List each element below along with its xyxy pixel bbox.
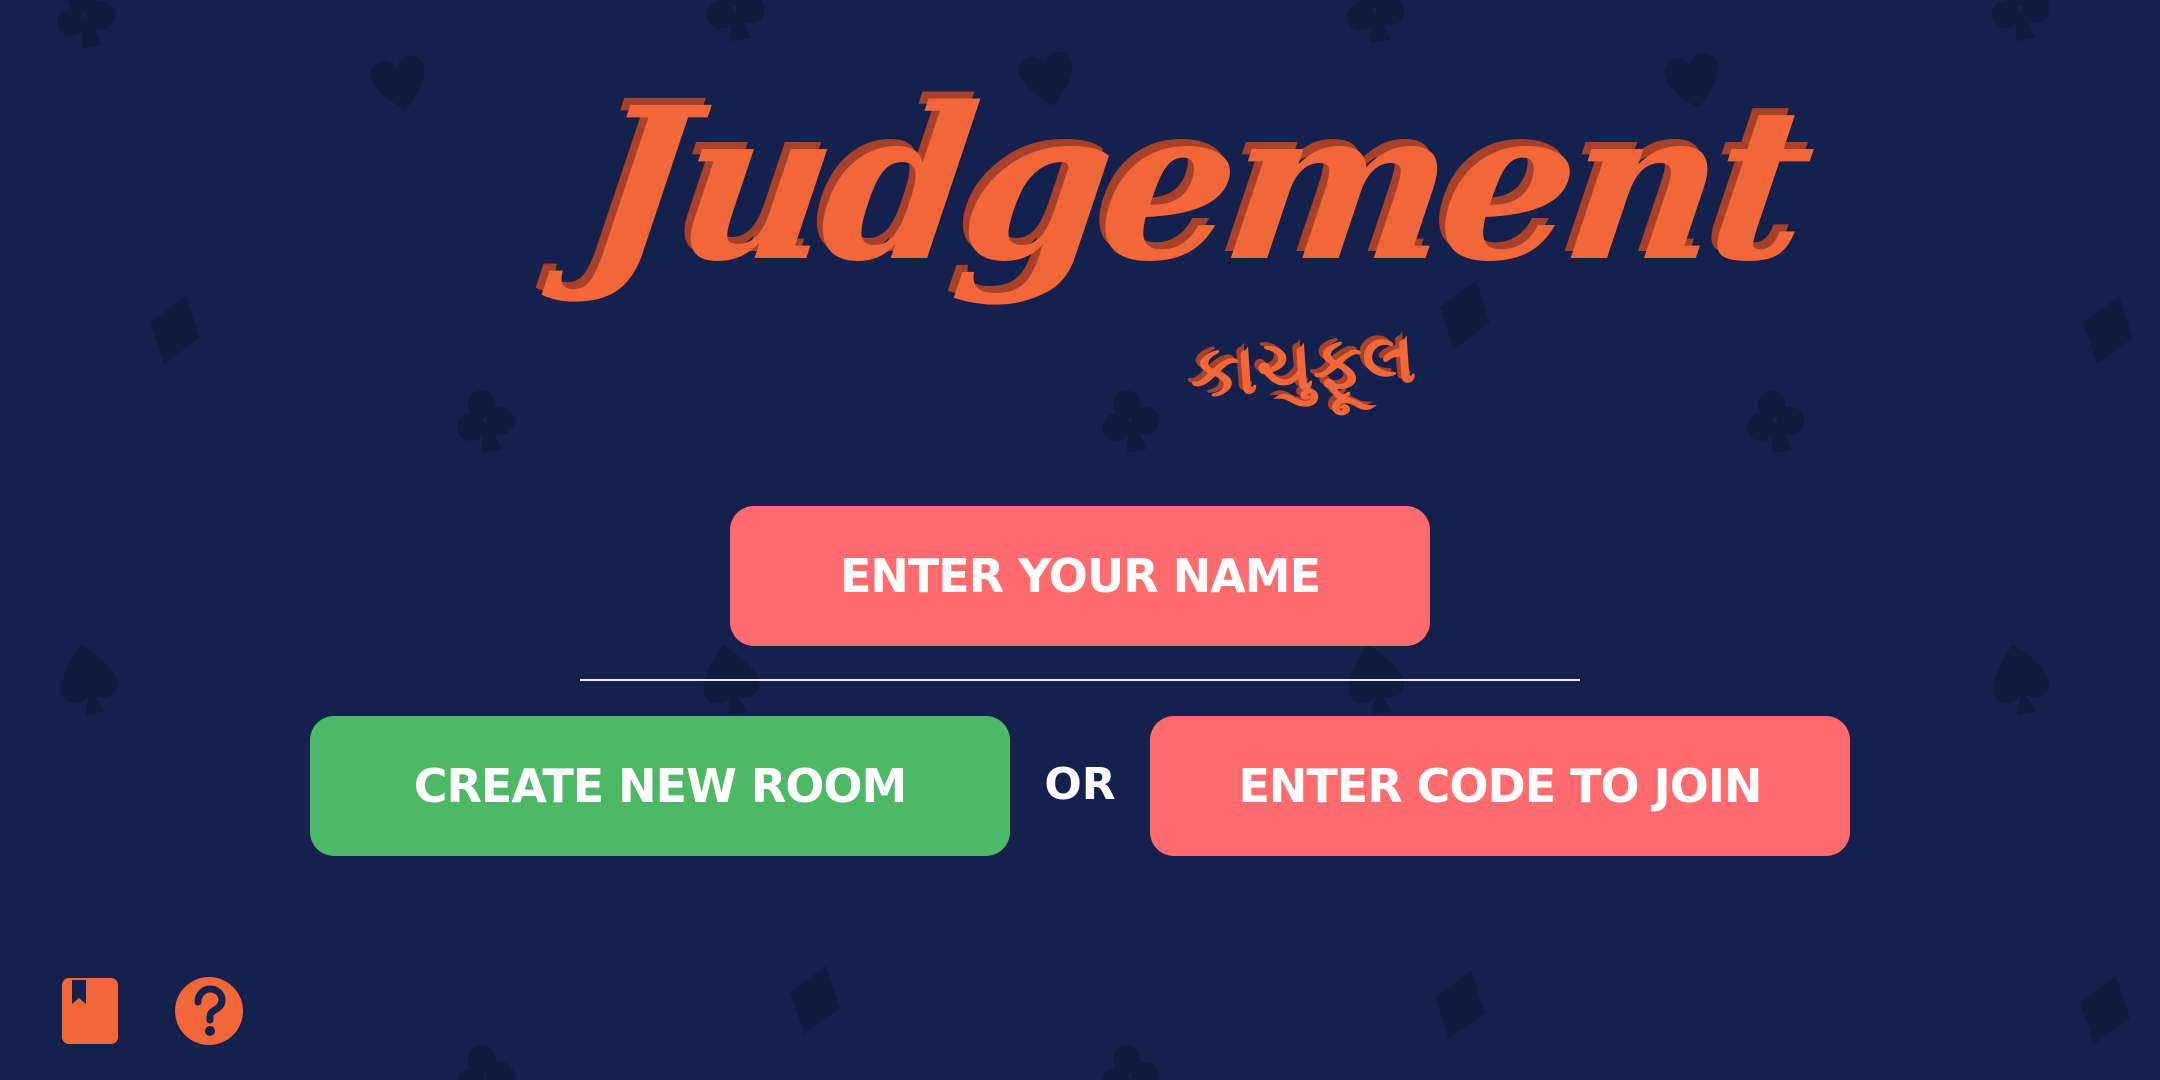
divider — [580, 679, 1580, 681]
enter-name-button[interactable]: ENTER YOUR NAME — [730, 506, 1430, 646]
help-icon[interactable] — [174, 976, 244, 1046]
game-logo: Judgement કાચુફૂલ — [560, 61, 1821, 440]
create-room-button[interactable]: CREATE NEW ROOM — [310, 716, 1010, 856]
book-icon[interactable] — [62, 978, 118, 1044]
logo-title: Judgement — [572, 61, 1821, 308]
logo-subtitle: કાચુફૂલ — [1187, 316, 1419, 414]
join-code-button[interactable]: ENTER CODE TO JOIN — [1150, 716, 1850, 856]
or-separator: OR — [1044, 759, 1116, 810]
